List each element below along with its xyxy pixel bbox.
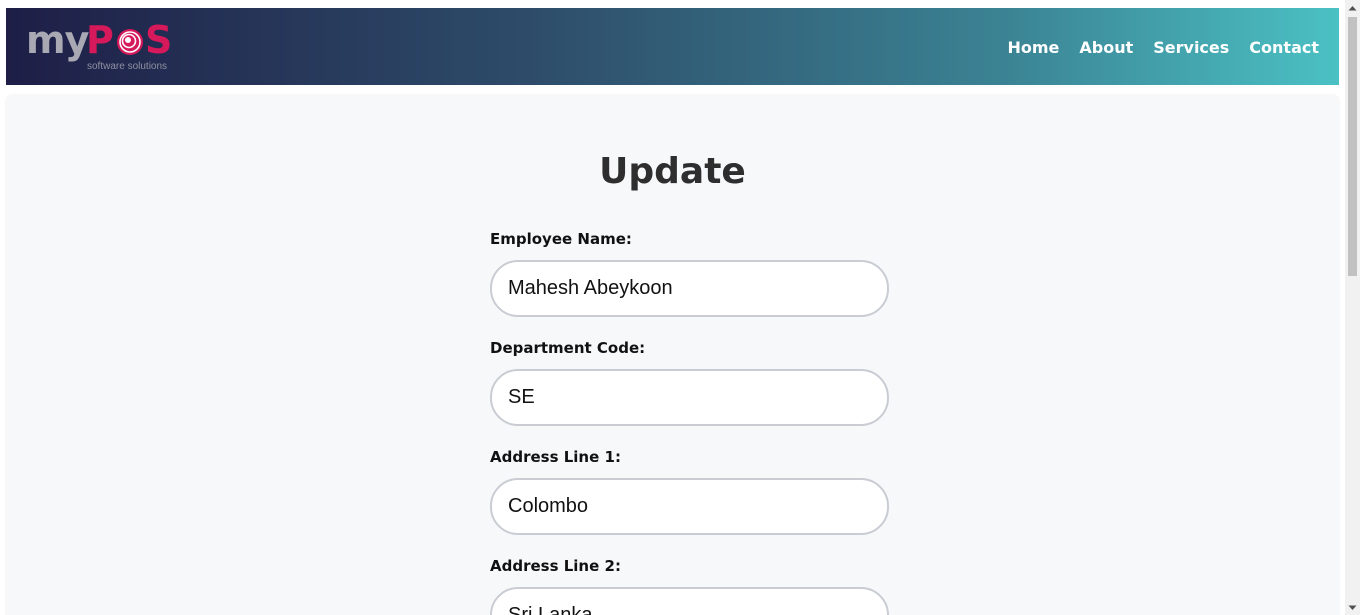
page-title: Update [599,151,746,192]
scroll-thumb[interactable] [1348,17,1357,276]
content-card: Update Employee Name: Department Code: A… [6,95,1339,615]
logo-s-text: S [145,18,173,62]
address-line-2-group: Address Line 2: [490,557,890,615]
header-bar: my P S software solutions Home About Ser… [6,8,1339,85]
address-line-2-label: Address Line 2: [490,557,621,575]
employee-name-label: Employee Name: [490,230,632,248]
page-scrollbar[interactable] [1345,0,1360,615]
scroll-down-arrow-icon[interactable] [1345,600,1360,615]
employee-name-input[interactable] [490,260,889,317]
nav-about-link[interactable]: About [1079,38,1133,57]
department-code-group: Department Code: [490,339,890,426]
nav-services-link[interactable]: Services [1153,38,1229,57]
department-code-label: Department Code: [490,339,646,357]
address-line-1-label: Address Line 1: [490,448,621,466]
logo-swirl-icon [117,29,143,55]
address-line-2-input[interactable] [490,587,889,615]
department-code-input[interactable] [490,369,889,426]
viewport: my P S software solutions Home About Ser… [0,0,1345,615]
logo-my-text: my [26,18,89,62]
logo-tagline: software solutions [87,61,168,72]
address-line-1-group: Address Line 1: [490,448,890,535]
brand-logo[interactable]: my P S software solutions [26,16,186,76]
logo-p-text: P [86,18,114,62]
address-line-1-input[interactable] [490,478,889,535]
nav-contact-link[interactable]: Contact [1249,38,1319,57]
employee-name-group: Employee Name: [490,230,890,317]
nav-home-link[interactable]: Home [1007,38,1059,57]
scroll-up-arrow-icon[interactable] [1345,0,1360,15]
main-nav: Home About Services Contact [1007,38,1319,57]
